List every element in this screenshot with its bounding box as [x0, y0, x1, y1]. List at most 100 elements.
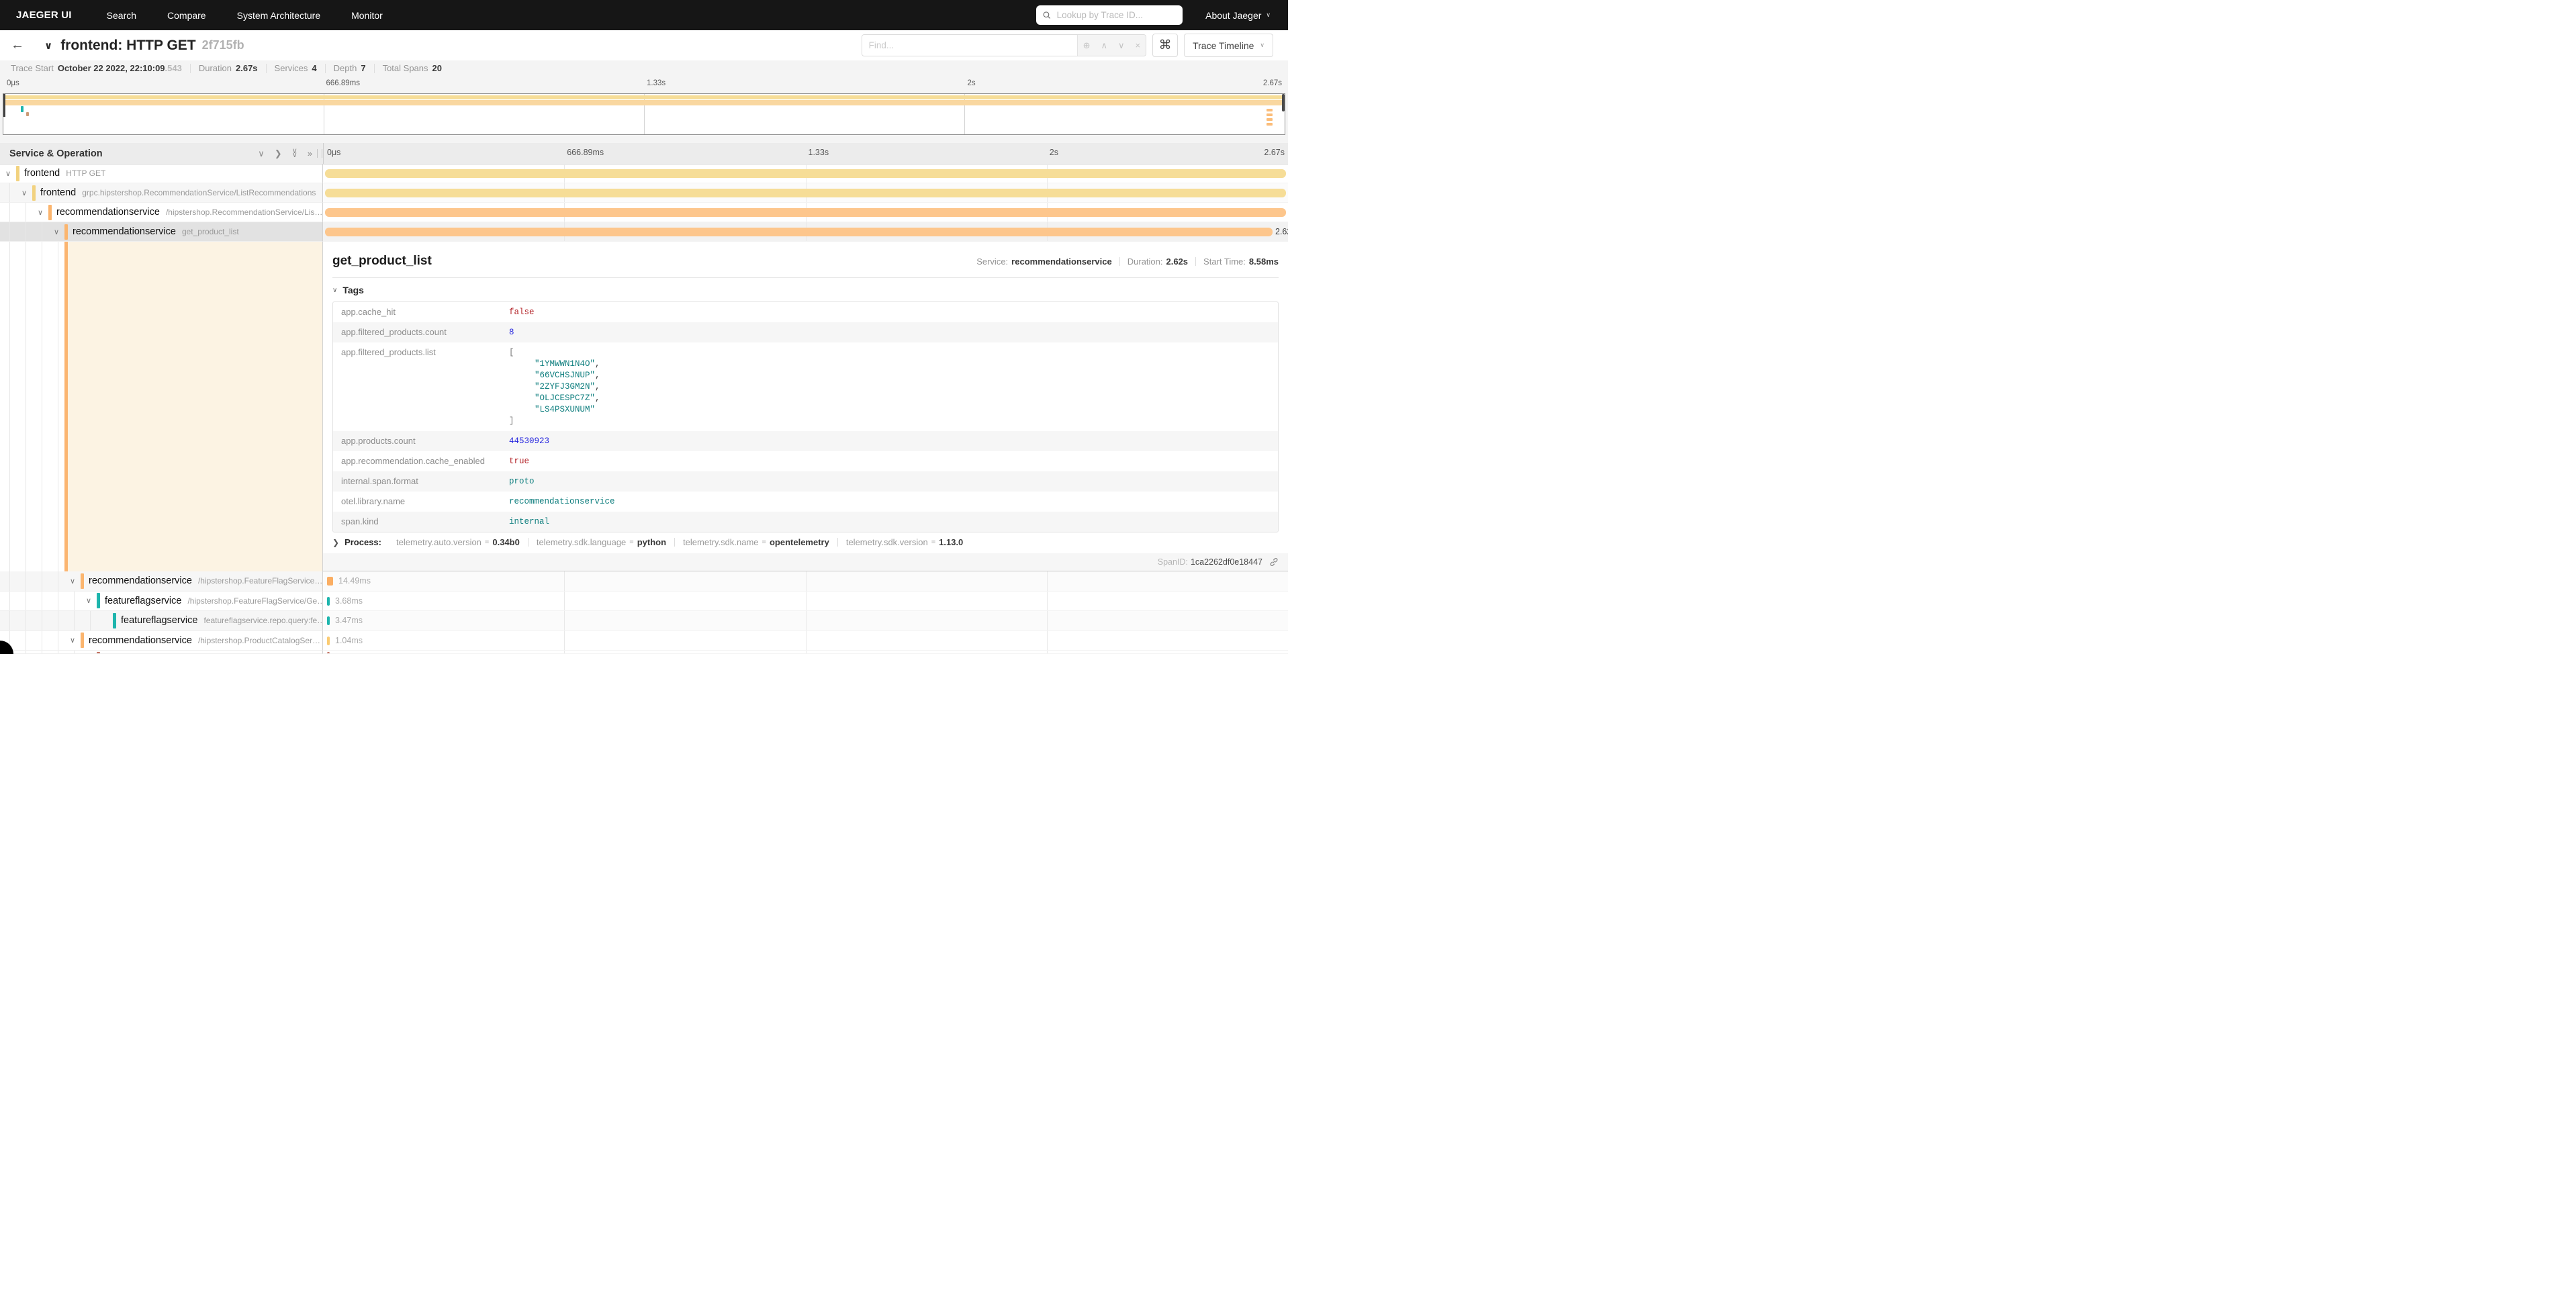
process-key: telemetry.sdk.language: [537, 537, 626, 547]
timeline-gridline: [806, 651, 807, 653]
meta-label: Services: [275, 63, 308, 73]
tag-row[interactable]: app.products.count44530923: [333, 431, 1278, 451]
indent-guide: [74, 592, 75, 611]
span-duration-tick[interactable]: [327, 597, 330, 606]
span-row[interactable]: ∨frontendHTTP GET: [0, 164, 1288, 183]
chevron-down-icon[interactable]: ∨: [86, 596, 97, 605]
trace-lookup-box[interactable]: [1036, 5, 1183, 25]
span-color-bar: [97, 652, 100, 654]
nav-item-system-architecture[interactable]: System Architecture: [237, 10, 321, 21]
span-timeline: [323, 651, 1288, 654]
focus-target-icon[interactable]: ⊕: [1083, 40, 1091, 51]
nav-item-compare[interactable]: Compare: [167, 10, 206, 21]
process-value: opentelemetry: [770, 537, 829, 547]
tag-row[interactable]: otel.library.namerecommendationservice: [333, 492, 1278, 512]
nav-item-search[interactable]: Search: [107, 10, 136, 21]
double-chevron-right-icon[interactable]: »: [308, 149, 312, 158]
find-next-icon[interactable]: ∨: [1118, 40, 1125, 51]
minimap-span-tick: [26, 112, 29, 116]
equals-sign: =: [629, 539, 633, 547]
operation-name: /hipstershop.FeatureFlagService/Ge…: [187, 596, 323, 606]
timeline-gridline: [564, 592, 565, 611]
tag-row[interactable]: app.cache_hitfalse: [333, 302, 1278, 322]
list-comma: ,: [595, 393, 600, 403]
span-row[interactable]: ∨recommendationservice/hipstershop.Produ…: [0, 631, 1288, 651]
chevron-down-icon[interactable]: ∨: [258, 149, 265, 158]
span-row[interactable]: ∨frontendgrpc.hipstershop.Recommendation…: [0, 183, 1288, 203]
span-duration-tick[interactable]: [327, 637, 330, 645]
keyboard-shortcuts-button[interactable]: ⌘: [1152, 34, 1178, 57]
span-color-bar: [81, 633, 84, 648]
span-row[interactable]: ∨featureflagservice/hipstershop.FeatureF…: [0, 592, 1288, 612]
meta-value: 4: [312, 63, 316, 73]
span-duration-tick[interactable]: [327, 577, 333, 586]
timeline-gridline: [806, 592, 807, 611]
meta-label: Duration: [199, 63, 232, 73]
tags-table: app.cache_hitfalseapp.filtered_products.…: [332, 301, 1279, 532]
tag-row[interactable]: internal.span.formatproto: [333, 471, 1278, 492]
find-input[interactable]: [862, 35, 1077, 56]
trace-minimap[interactable]: [3, 93, 1285, 135]
equals-sign: =: [485, 539, 489, 547]
span-row-partial[interactable]: [0, 651, 1288, 654]
span-row[interactable]: ∨recommendationservice/hipstershop.Recom…: [0, 203, 1288, 222]
process-key: telemetry.sdk.name: [683, 537, 758, 547]
chevron-right-icon[interactable]: ❯: [275, 149, 282, 158]
divider: [332, 277, 1279, 278]
detail-label: Duration:: [1128, 256, 1163, 267]
indent-guide: [9, 592, 10, 611]
tag-row[interactable]: span.kindinternal: [333, 512, 1278, 532]
minimap-tick-label: 666.89ms: [326, 79, 361, 87]
indent-guide: [74, 611, 75, 630]
chevron-down-icon[interactable]: ∨: [54, 228, 64, 236]
tags-section-toggle[interactable]: ∨ Tags: [332, 285, 364, 295]
span-duration-tick[interactable]: [327, 652, 330, 654]
minimap-span-tick: [1267, 109, 1273, 111]
chevron-down-icon[interactable]: ∨: [70, 577, 81, 586]
span-duration-bar[interactable]: [325, 189, 1286, 197]
tag-value: true: [509, 451, 529, 471]
timeline-gridline: [1047, 571, 1048, 591]
span-duration-bar[interactable]: [325, 228, 1273, 236]
chevron-down-icon: ∨: [1266, 12, 1271, 18]
span-duration-bar[interactable]: [325, 169, 1286, 178]
detail-value: recommendationservice: [1011, 256, 1112, 267]
minimap-tick-label: 0μs: [7, 79, 19, 87]
span-row[interactable]: ∨recommendationservice/hipstershop.Featu…: [0, 571, 1288, 592]
minimap-viewport-handle-left[interactable]: [3, 94, 5, 117]
timeline-gridline: [1047, 592, 1048, 611]
find-prev-icon[interactable]: ∧: [1101, 40, 1107, 51]
app-logo[interactable]: JAEGER UI: [16, 9, 72, 21]
clear-find-icon[interactable]: ×: [1136, 40, 1141, 50]
list-item: "2ZYFJ3GM2N",: [509, 381, 600, 393]
span-row-left: ∨frontendHTTP GET: [0, 164, 323, 183]
chevron-down-icon[interactable]: ∨: [21, 189, 32, 197]
tag-row[interactable]: app.filtered_products.count8: [333, 322, 1278, 342]
trace-id-short: 2f715fb: [202, 38, 244, 52]
back-button[interactable]: ←: [11, 38, 24, 53]
timeline-tick-label: 0μs: [327, 148, 340, 157]
span-duration-tick[interactable]: [327, 616, 330, 625]
chevron-down-icon[interactable]: ∨: [70, 636, 81, 645]
trace-lookup-input[interactable]: [1056, 9, 1176, 21]
span-duration-bar[interactable]: [325, 208, 1286, 217]
span-row[interactable]: ∨recommendationserviceget_product_list2.…: [0, 222, 1288, 242]
process-row[interactable]: ❯ Process: telemetry.auto.version=0.34b0…: [332, 537, 971, 547]
double-chevron-down-icon[interactable]: ∨∨: [292, 150, 297, 157]
chevron-down-icon[interactable]: ∨: [38, 208, 48, 217]
trace-collapse-caret[interactable]: ∨: [44, 40, 52, 52]
about-jaeger-menu[interactable]: About Jaeger ∨: [1205, 10, 1271, 21]
minimap-viewport-handle-right[interactable]: [1282, 94, 1285, 111]
timeline-gridline: [1047, 631, 1048, 651]
chevron-down-icon[interactable]: ∨: [5, 169, 16, 178]
tag-row[interactable]: app.filtered_products.list["1YMWWN1N4O",…: [333, 342, 1278, 431]
tag-row[interactable]: app.recommendation.cache_enabledtrue: [333, 451, 1278, 471]
trace-view-select[interactable]: Trace Timeline ∨: [1184, 34, 1273, 57]
span-row[interactable]: featureflagservicefeatureflagservice.rep…: [0, 611, 1288, 631]
link-icon[interactable]: [1269, 557, 1279, 567]
nav-item-monitor[interactable]: Monitor: [351, 10, 383, 21]
column-resizer[interactable]: [317, 149, 322, 158]
chevron-down-icon: ∨: [1260, 42, 1264, 48]
process-value: 0.34b0: [492, 537, 519, 547]
span-operation-title: get_product_list: [332, 254, 432, 269]
